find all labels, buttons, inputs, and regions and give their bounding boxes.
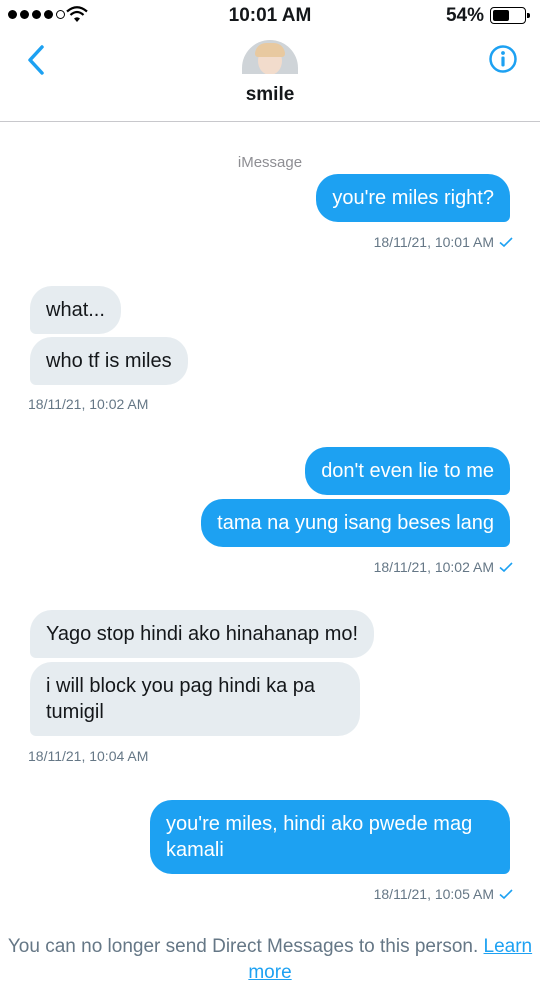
message-bubble-sent[interactable]: don't even lie to me xyxy=(305,447,510,495)
notice-text: You can no longer send Direct Messages t… xyxy=(7,936,479,957)
message-bubble-received[interactable]: what... xyxy=(30,286,121,334)
message-bubble-sent[interactable]: you're miles, hindi ako pwede mag kamali xyxy=(150,800,510,874)
conversation-header: smile xyxy=(0,30,540,122)
message-timestamp: 18/11/21, 10:01 AM xyxy=(374,234,514,250)
message-bubble-received[interactable]: Yago stop hindi ako hinahanap mo! xyxy=(30,610,375,658)
message-timestamp: 18/11/21, 10:02 AM xyxy=(28,396,148,412)
timestamp-text: 18/11/21, 10:02 AM xyxy=(28,396,149,412)
read-check-icon xyxy=(499,889,513,900)
service-label: iMessage xyxy=(237,154,303,171)
read-check-icon xyxy=(499,237,513,248)
timestamp-text: 18/11/21, 10:02 AM xyxy=(373,559,494,575)
avatar[interactable] xyxy=(242,40,298,74)
message-timestamp: 18/11/21, 10:02 AM xyxy=(374,559,514,575)
read-check-icon xyxy=(499,562,513,573)
message-bubble-received[interactable]: who tf is miles xyxy=(30,337,188,385)
dm-restricted-notice: You can no longer send Direct Messages t… xyxy=(0,934,540,986)
contact-name[interactable]: smile xyxy=(0,84,540,106)
status-bar: 10:01 AM 54% xyxy=(0,0,540,30)
battery-icon xyxy=(490,7,530,24)
timestamp-text: 18/11/21, 10:04 AM xyxy=(28,748,149,764)
message-bubble-received[interactable]: i will block you pag hindi ka pa tumigil xyxy=(30,662,360,736)
timestamp-text: 18/11/21, 10:01 AM xyxy=(373,234,494,250)
message-timestamp: 18/11/21, 10:05 AM xyxy=(374,886,514,902)
timestamp-text: 18/11/21, 10:05 AM xyxy=(373,886,494,902)
message-timestamp: 18/11/21, 10:04 AM xyxy=(28,748,148,764)
back-chevron-icon[interactable] xyxy=(22,42,52,78)
info-icon[interactable] xyxy=(488,44,518,74)
battery-percentage: 54% xyxy=(445,5,484,26)
message-bubble-sent[interactable]: tama na yung isang beses lang xyxy=(201,499,510,547)
message-bubble-sent[interactable]: you're miles right? xyxy=(316,174,510,222)
